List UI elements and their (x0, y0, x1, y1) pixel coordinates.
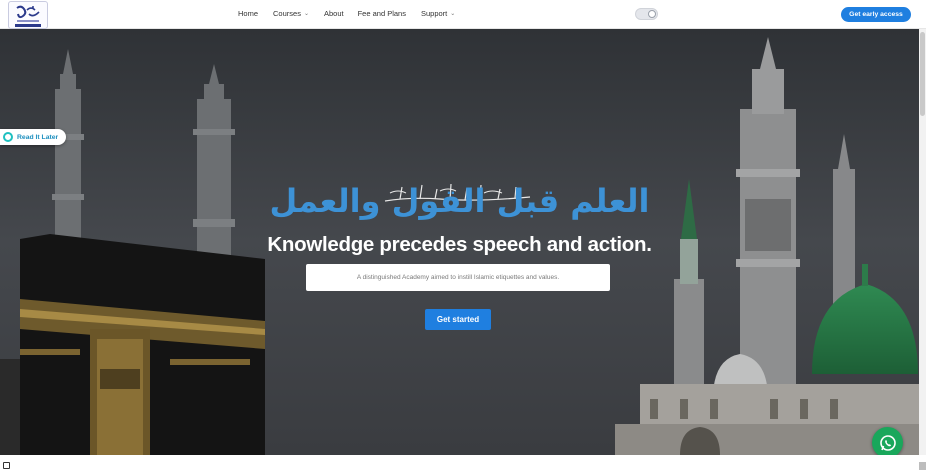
arabic-title: العلم قبل القول والعمل (269, 182, 650, 220)
logo-icon[interactable] (8, 1, 48, 29)
cookie-settings-icon[interactable] (3, 462, 10, 469)
get-started-button[interactable]: Get started (425, 309, 491, 330)
hero-subtitle-box: A distinguished Academy aimed to instill… (306, 264, 610, 291)
hero-subtitle: A distinguished Academy aimed to instill… (356, 274, 560, 281)
nav-support[interactable]: Support ⌄ (421, 9, 455, 18)
nav-fee-and-plans[interactable]: Fee and Plans (358, 9, 406, 18)
read-later-icon (3, 132, 13, 142)
whatsapp-icon (879, 434, 896, 451)
nav-about-label: About (323, 9, 344, 18)
nav-courses-label: Courses (273, 9, 301, 18)
hero-section: العلم قبل القول والعمل Knowledge precede… (0, 29, 919, 455)
chevron-down-icon: ⌄ (303, 11, 309, 17)
horizontal-scrollbar[interactable] (919, 462, 926, 470)
hero-headline: Knowledge precedes speech and action. (267, 233, 652, 256)
read-it-later-button[interactable]: Read It Later (0, 129, 66, 145)
nav-home-label: Home (238, 9, 259, 18)
whatsapp-chat-button[interactable] (872, 427, 903, 458)
page-scrollbar-thumb[interactable] (920, 32, 925, 116)
nav-links: Home Courses ⌄ About Fee and Plans Suppor… (238, 9, 455, 18)
nav-about[interactable]: About (324, 9, 344, 18)
nav-courses[interactable]: Courses ⌄ (273, 9, 309, 18)
nav-home[interactable]: Home (238, 9, 258, 18)
nav-fee-label: Fee and Plans (357, 9, 406, 18)
bottom-strip (0, 455, 926, 473)
read-later-label: Read It Later (17, 133, 59, 141)
chevron-down-icon: ⌄ (450, 11, 456, 17)
theme-toggle-icon (648, 10, 656, 18)
top-navbar: Home Courses ⌄ About Fee and Plans Suppor… (0, 0, 926, 29)
nav-support-label: Support (420, 9, 448, 18)
theme-toggle[interactable] (635, 8, 658, 20)
get-early-access-button[interactable]: Get early access (841, 7, 911, 22)
